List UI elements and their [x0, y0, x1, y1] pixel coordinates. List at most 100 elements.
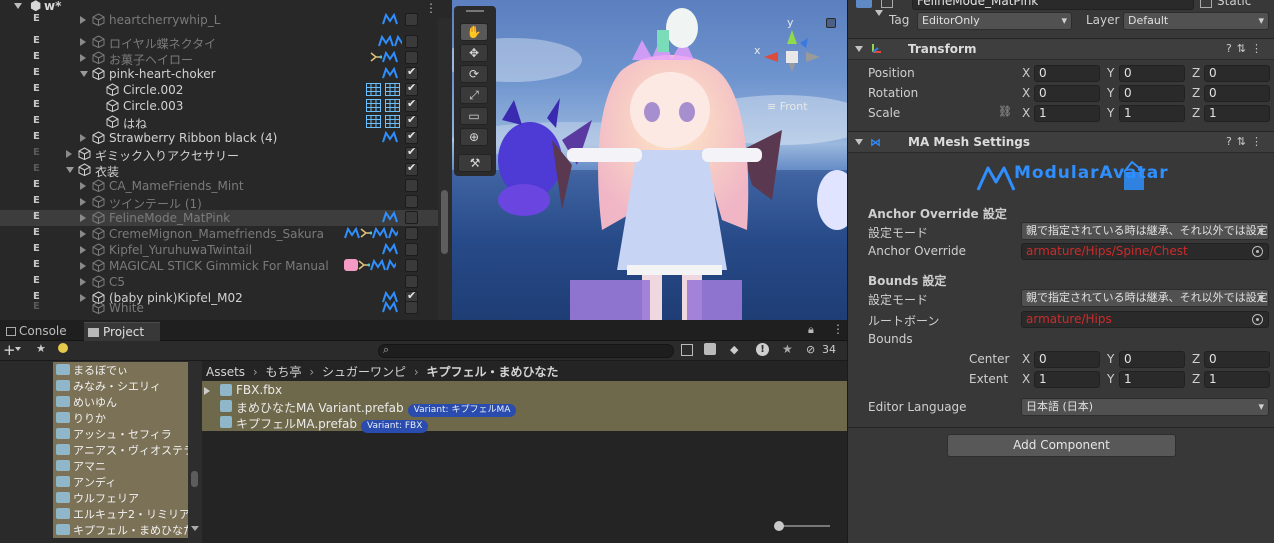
active-toggle-checkbox[interactable] — [405, 97, 418, 112]
active-toggle-checkbox[interactable] — [405, 301, 418, 314]
active-toggle-checkbox[interactable] — [405, 51, 418, 64]
custom-tool-button[interactable]: ⚒ — [458, 154, 492, 172]
collapsed-arrow-icon[interactable] — [80, 38, 86, 46]
view-orientation-label[interactable]: ≡ Front — [767, 100, 808, 113]
label-tag-icon[interactable]: ◆ — [730, 343, 738, 356]
search-scope-icon[interactable] — [681, 344, 693, 356]
breadcrumb-mochitei[interactable]: もち亭 — [266, 365, 302, 379]
position-z-field[interactable]: 0 — [1204, 65, 1270, 82]
active-toggle-checkbox[interactable] — [405, 13, 418, 26]
collapsed-arrow-icon[interactable] — [204, 387, 210, 395]
hierarchy-row[interactable]: E 衣装 — [0, 161, 438, 179]
hierarchy-row[interactable]: E Kipfel_YuruhuwaTwintail — [0, 242, 438, 258]
position-y-field[interactable]: 0 — [1119, 65, 1185, 82]
collapsed-arrow-icon[interactable] — [66, 150, 72, 158]
hierarchy-row[interactable]: E MAGICAL STICK Gimmick For Manual — [0, 258, 438, 274]
extent-z-field[interactable]: 1 — [1204, 371, 1270, 388]
move-tool-button[interactable]: ✥ — [460, 44, 488, 62]
collapsed-arrow-icon[interactable] — [80, 278, 86, 286]
layer-dropdown[interactable]: Default — [1123, 12, 1269, 30]
lock-icon[interactable]: 🔒︎ — [808, 323, 814, 337]
collapsed-arrow-icon[interactable] — [80, 214, 86, 222]
object-picker-icon[interactable] — [1252, 246, 1263, 257]
folder-item[interactable]: アマニ — [53, 458, 188, 474]
active-toggle-checkbox[interactable] — [405, 35, 418, 48]
rotate-tool-button[interactable]: ⟳ — [460, 65, 488, 83]
tab-project[interactable]: Project — [84, 322, 160, 341]
rotation-x-field[interactable]: 0 — [1034, 85, 1100, 102]
transform-header[interactable]: Transform ?⇅⋮ — [848, 38, 1274, 60]
hierarchy-row[interactable]: E Strawberry Ribbon black (4) — [0, 129, 438, 146]
create-plus-icon[interactable]: + — [3, 341, 16, 359]
hierarchy-row[interactable]: E White — [0, 300, 438, 316]
collapsed-arrow-icon[interactable] — [80, 198, 86, 206]
folder-item[interactable]: めいゆん — [53, 394, 188, 410]
hierarchy-row[interactable]: E CA_MameFriends_Mint — [0, 178, 438, 194]
center-y-field[interactable]: 0 — [1119, 351, 1185, 368]
constrain-proportions-icon[interactable]: ⛓ — [998, 105, 1012, 118]
hidden-packages-icon[interactable]: ⊘ — [806, 343, 815, 356]
folder-item[interactable]: みなみ・シエリィ — [53, 378, 188, 394]
active-toggle-checkbox[interactable] — [405, 113, 418, 128]
object-picker-icon[interactable] — [1252, 314, 1263, 325]
extent-y-field[interactable]: 1 — [1119, 371, 1185, 388]
breadcrumb-sugar-onepiece[interactable]: シュガーワンピ — [322, 365, 406, 379]
editor-language-dropdown[interactable]: 日本語 (日本) — [1021, 398, 1269, 416]
bounds-mode-dropdown[interactable]: 親で指定されている時は継承、それ以外では設定 — [1021, 289, 1269, 307]
folder-scroll-thumb[interactable] — [191, 471, 198, 487]
active-toggle-checkbox[interactable] — [405, 129, 418, 144]
scale-y-field[interactable]: 1 — [1119, 105, 1185, 122]
active-toggle-checkbox[interactable] — [405, 145, 418, 160]
hierarchy-scrollbar[interactable] — [438, 18, 452, 320]
folder-item[interactable]: エルキュナ2・リミリア — [53, 506, 190, 522]
hierarchy-scroll-thumb[interactable] — [441, 190, 448, 254]
expanded-arrow-icon[interactable] — [66, 167, 74, 173]
tag-dropdown[interactable]: EditorOnly — [917, 12, 1072, 30]
hierarchy-row[interactable]: E FelineMode_MatPink — [0, 210, 438, 226]
active-toggle-checkbox[interactable] — [405, 243, 418, 256]
expanded-arrow-icon[interactable] — [80, 71, 88, 77]
folder-item[interactable]: りりか — [53, 410, 188, 426]
favorites-star-icon[interactable]: ★ — [36, 342, 46, 355]
hierarchy-row[interactable]: E CremeMignon_Mamefriends_Sakura — [0, 226, 438, 242]
hand-tool-button[interactable]: ✋ — [460, 23, 488, 41]
folder-item[interactable]: まるぼでぃ — [53, 362, 188, 378]
active-toggle-checkbox[interactable] — [405, 179, 418, 192]
transform-header-icons[interactable]: ?⇅⋮ — [1226, 42, 1267, 55]
active-toggle-checkbox[interactable] — [405, 65, 418, 80]
lightbulb-icon[interactable] — [58, 343, 68, 353]
active-toggle-checkbox[interactable] — [405, 275, 418, 288]
folder-item[interactable]: ウルフェリア — [53, 490, 188, 506]
anchor-mode-dropdown[interactable]: 親で指定されている時は継承、それ以外では設定 — [1021, 222, 1269, 240]
transform-fold-icon[interactable] — [855, 46, 863, 52]
folder-item[interactable]: アニアス・ヴィオステラ — [53, 442, 194, 458]
collapsed-arrow-icon[interactable] — [80, 246, 86, 254]
transform-tool-button[interactable]: ⊕ — [460, 128, 488, 146]
breadcrumb-assets[interactable]: Assets — [206, 365, 245, 379]
hierarchy-row[interactable]: E ロイヤル蝶ネクタイ — [0, 34, 438, 51]
object-name-field[interactable]: FelineMode_MatPink — [912, 0, 1194, 10]
scale-z-field[interactable]: 1 — [1204, 105, 1270, 122]
hierarchy-row[interactable]: Eheartcherrywhip_L — [0, 12, 438, 28]
active-toggle-checkbox[interactable] — [405, 161, 418, 176]
hierarchy-row[interactable]: E Circle.002 — [0, 81, 438, 98]
scroll-down-arrow-icon[interactable] — [191, 526, 199, 531]
hierarchy-row[interactable]: E ツインテール (1) — [0, 194, 438, 211]
collapsed-arrow-icon[interactable] — [80, 134, 86, 142]
active-toggle-checkbox[interactable] — [405, 259, 418, 272]
create-dropdown-icon[interactable] — [15, 347, 21, 351]
mesh-settings-fold-icon[interactable] — [855, 139, 863, 145]
static-checkbox[interactable] — [1200, 0, 1212, 8]
icon-size-slider-thumb[interactable] — [774, 521, 784, 531]
rotation-y-field[interactable]: 0 — [1119, 85, 1185, 102]
active-toggle-checkbox[interactable] — [405, 227, 418, 240]
error-filter-icon[interactable]: ! — [756, 343, 769, 356]
position-x-field[interactable]: 0 — [1034, 65, 1100, 82]
folder-item[interactable]: アッシュ・セフィラ — [53, 426, 188, 442]
mesh-settings-header-icons[interactable]: ?⇅⋮ — [1226, 135, 1267, 148]
center-z-field[interactable]: 0 — [1204, 351, 1270, 368]
rotation-z-field[interactable]: 0 — [1204, 85, 1270, 102]
center-x-field[interactable]: 0 — [1034, 351, 1100, 368]
active-toggle-checkbox[interactable] — [405, 211, 418, 224]
folder-item[interactable]: アンディ — [53, 474, 188, 490]
